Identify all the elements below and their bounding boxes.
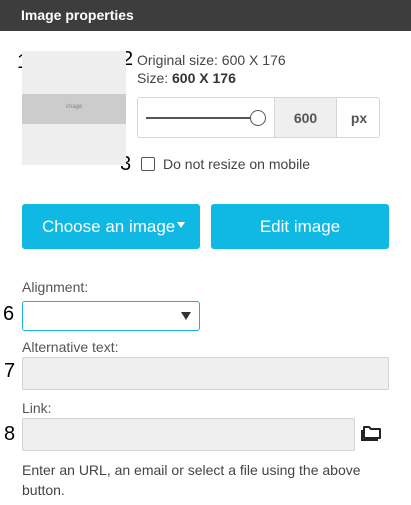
width-value: 600 — [293, 110, 318, 126]
caret-down-icon — [177, 222, 185, 228]
alignment-label: Alignment: — [22, 279, 89, 295]
folder-icon[interactable] — [361, 423, 383, 441]
unit-label: px — [350, 110, 368, 126]
alignment-select[interactable] — [22, 301, 200, 331]
slider-track[interactable] — [146, 117, 261, 119]
marker-7: 7 — [4, 360, 16, 382]
width-input[interactable]: 600 — [274, 98, 337, 137]
image-preview-text: image — [66, 104, 83, 110]
size-value: 600 X 176 — [172, 70, 236, 86]
choose-image-button[interactable]: Choose an image — [22, 204, 200, 249]
current-size: Size: 600 X 176 — [137, 70, 236, 86]
size-label: Size: — [137, 70, 169, 86]
panel-header: Image properties — [0, 0, 411, 31]
unit-selector[interactable]: px — [338, 98, 380, 137]
select-arrow-icon — [181, 312, 191, 320]
alt-text-label: Alternative text: — [22, 339, 119, 355]
image-preview: image — [22, 51, 126, 165]
marker-8: 8 — [4, 423, 16, 445]
edit-image-button[interactable]: Edit image — [211, 204, 389, 249]
width-slider[interactable] — [146, 110, 266, 126]
no-resize-mobile-label[interactable]: Do not resize on mobile — [163, 156, 310, 172]
alt-text-input[interactable] — [22, 357, 389, 390]
panel-title: Image properties — [21, 7, 134, 23]
original-size: Original size: 600 X 176 — [137, 52, 286, 68]
link-help-text: Enter an URL, an email or select a file … — [22, 462, 361, 498]
choose-image-label: Choose an image — [42, 217, 176, 236]
marker-6: 6 — [3, 303, 15, 325]
link-label: Link: — [22, 400, 52, 416]
no-resize-mobile-checkbox[interactable] — [141, 157, 155, 171]
edit-image-label: Edit image — [259, 217, 341, 236]
image-preview-placeholder: image — [22, 94, 126, 124]
resize-control: 600 px — [137, 97, 380, 138]
link-input[interactable] — [22, 418, 355, 451]
slider-handle[interactable] — [250, 110, 266, 126]
